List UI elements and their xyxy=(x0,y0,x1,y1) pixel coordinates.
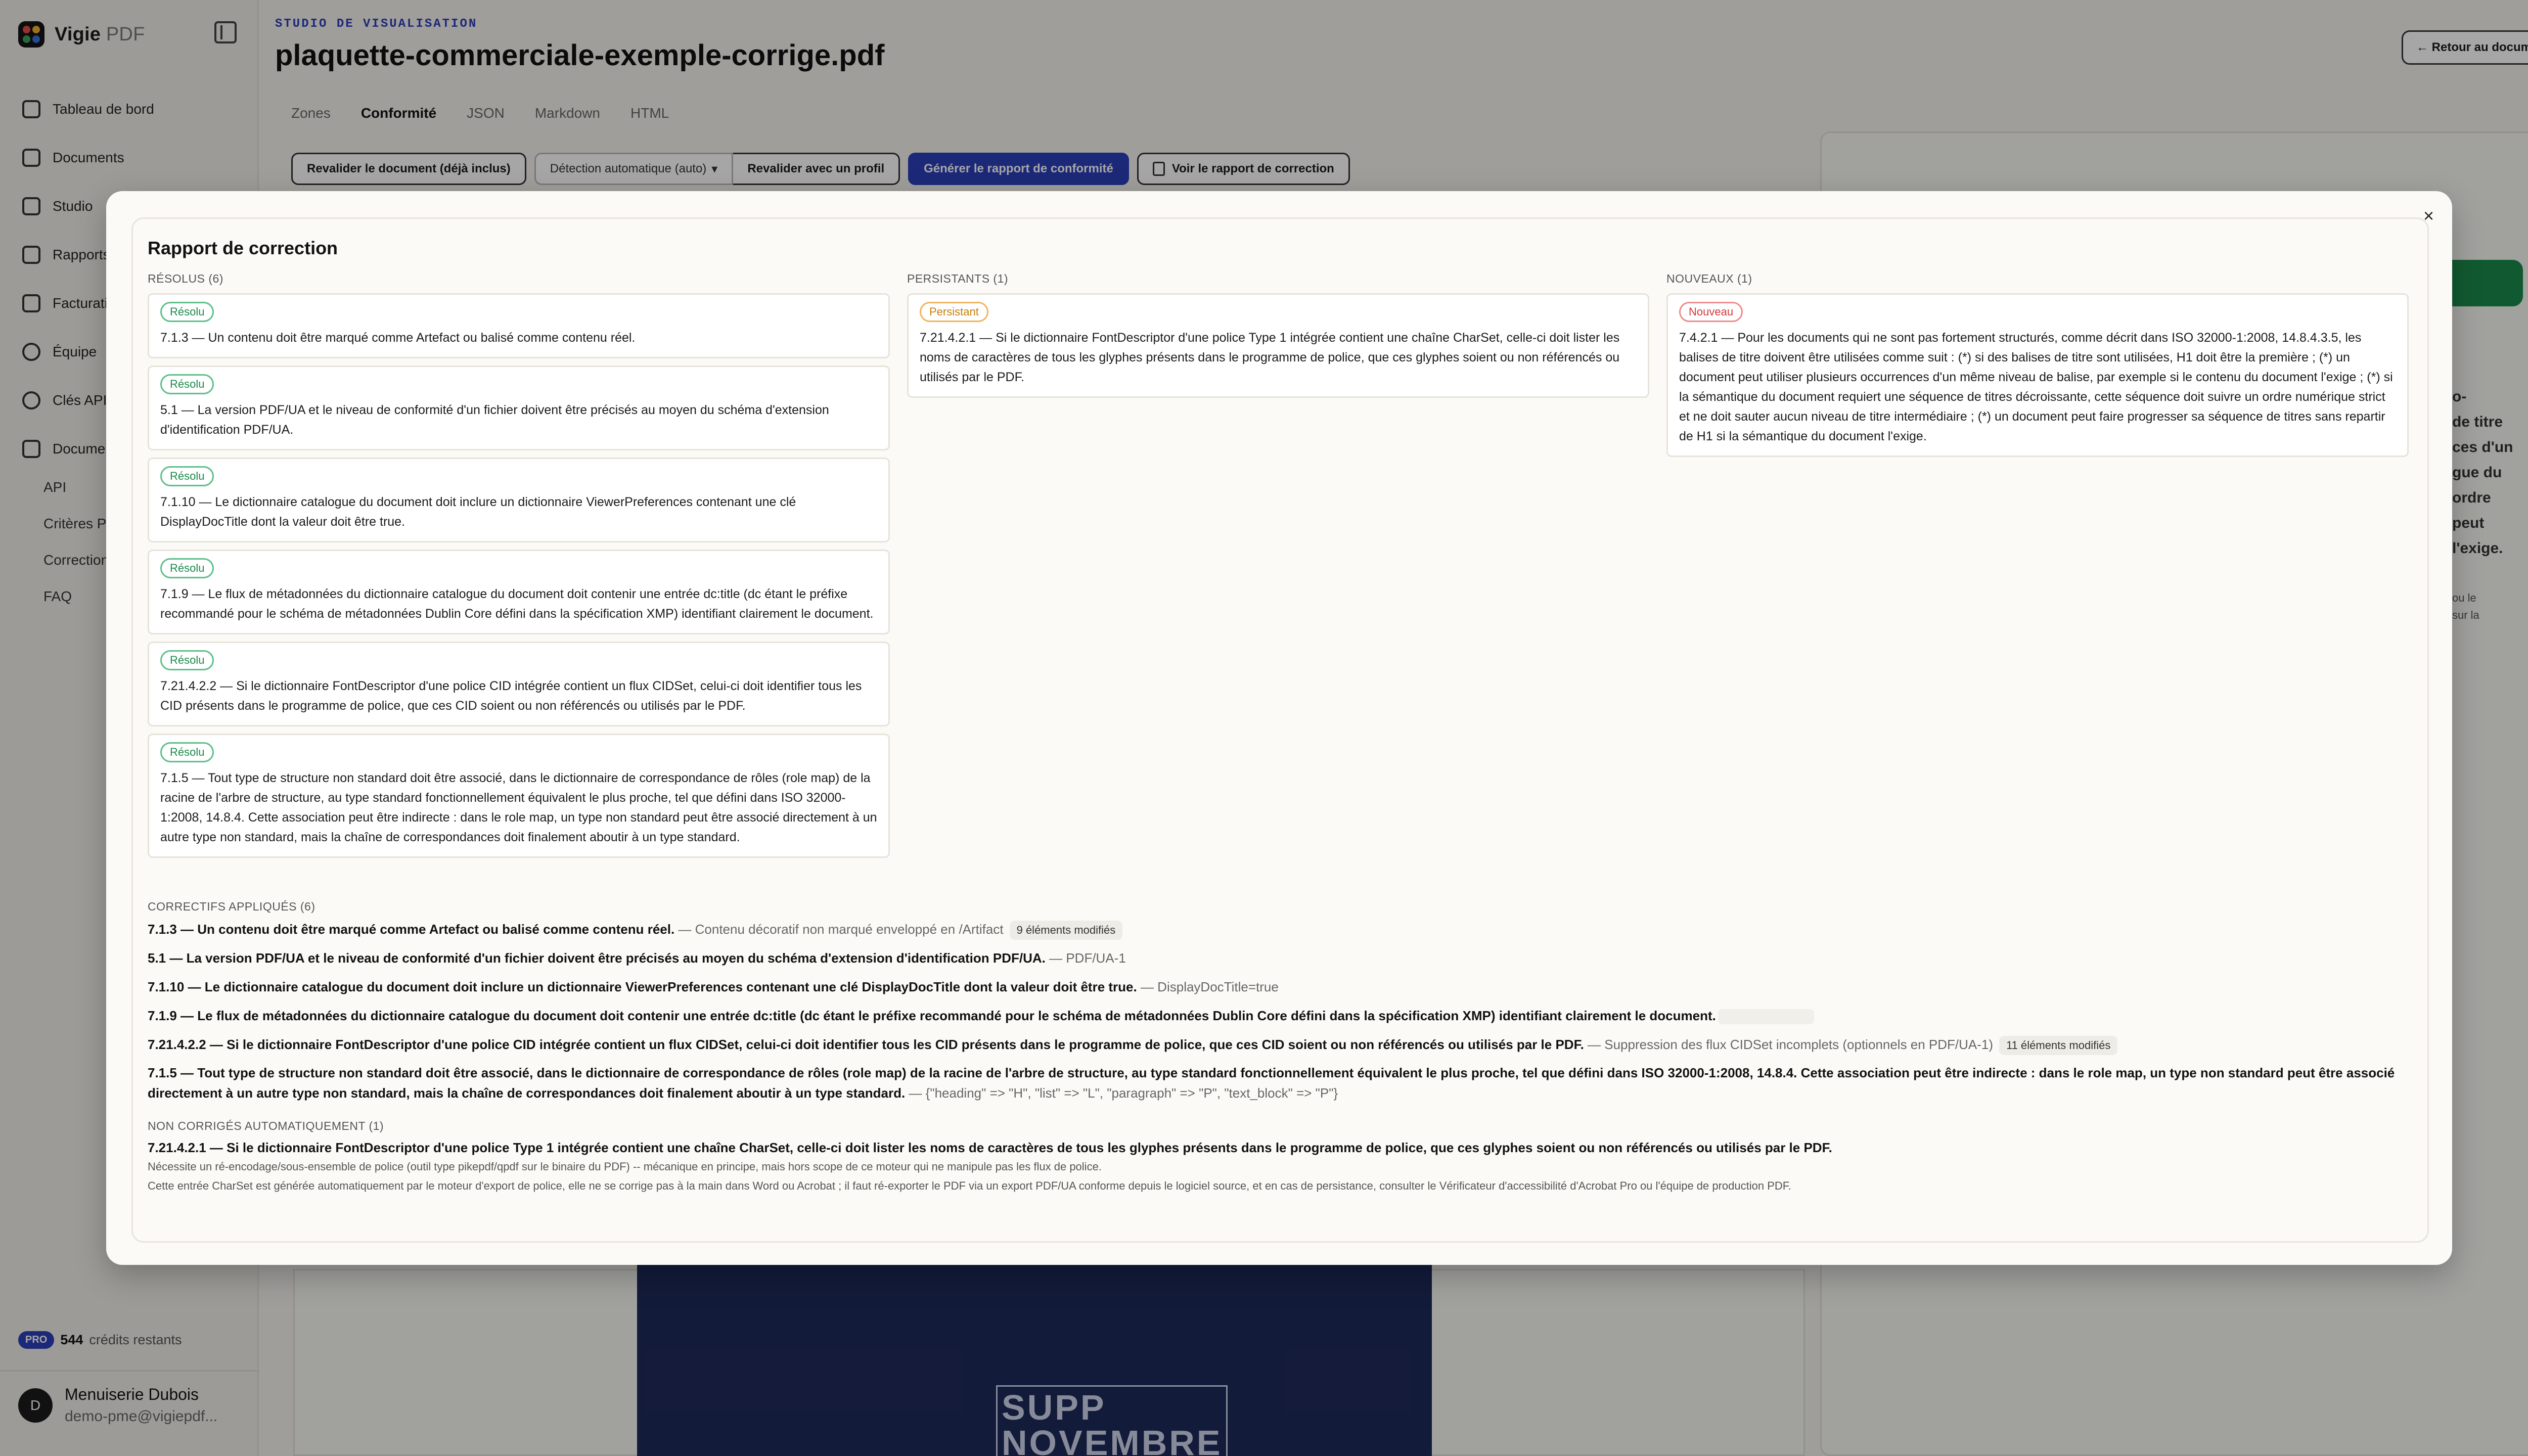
modal-title: Rapport de correction xyxy=(148,238,338,258)
fix-item: 7.1.9 — Le flux de métadonnées du dictio… xyxy=(148,1006,2418,1026)
uncorrected-rule: 7.21.4.2.1 — Si le dictionnaire FontDesc… xyxy=(148,1140,1832,1155)
uncorrected-heading: NON CORRIGÉS AUTOMATIQUEMENT (1) xyxy=(148,1119,384,1132)
new-heading: NOUVEAUX (1) xyxy=(1666,272,1752,285)
status-badge: Résolu xyxy=(160,742,214,762)
uncorrected-note: Nécessite un ré-encodage/sous-ensemble d… xyxy=(148,1160,1102,1173)
rule-text: 7.1.9 — Le flux de métadonnées du dictio… xyxy=(160,587,874,621)
resolved-heading: RÉSOLUS (6) xyxy=(148,272,223,285)
resolved-column: Résolu 7.1.3 — Un contenu doit être marqu… xyxy=(148,293,890,865)
status-badge: Résolu xyxy=(160,650,214,670)
status-badge: Résolu xyxy=(160,558,214,578)
correction-report-modal: × Rapport de correction RÉSOLUS (6) PERS… xyxy=(106,191,2452,1265)
uncorrected-item: 7.21.4.2.1 — Si le dictionnaire FontDesc… xyxy=(148,1138,2418,1158)
fixes-heading: CORRECTIFS APPLIQUÉS (6) xyxy=(148,900,315,913)
new-column: Nouveau 7.4.2.1 — Pour les documents qui … xyxy=(1666,293,2409,464)
persistent-heading: PERSISTANTS (1) xyxy=(907,272,1009,285)
fix-detail: — PDF/UA-1 xyxy=(1045,950,1126,966)
uncorrected-guidance: Cette entrée CharSet est générée automat… xyxy=(148,1179,1791,1192)
resolved-card: Résolu 7.21.4.2.2 — Si le dictionnaire Fo… xyxy=(148,642,890,726)
fix-detail: — Suppression des flux CIDSet incomplets… xyxy=(1584,1037,1994,1052)
rule-text: 7.21.4.2.2 — Si le dictionnaire FontDesc… xyxy=(160,679,862,713)
fix-detail: — DisplayDocTitle=true xyxy=(1137,979,1279,994)
fix-item: 7.1.3 — Un contenu doit être marqué comm… xyxy=(148,919,2418,940)
fix-item: 7.1.5 — Tout type de structure non stand… xyxy=(148,1063,2418,1103)
resolved-card: Résolu 7.1.9 — Le flux de métadonnées du … xyxy=(148,550,890,634)
rule-text: 7.1.5 — Tout type de structure non stand… xyxy=(160,771,877,844)
fix-item: 7.1.10 — Le dictionnaire catalogue du do… xyxy=(148,977,2418,997)
status-badge: Résolu xyxy=(160,466,214,486)
rule-text: 7.1.10 — Le dictionnaire catalogue du do… xyxy=(160,495,796,529)
fix-item: 5.1 — La version PDF/UA et le niveau de … xyxy=(148,948,2418,968)
modified-count-badge: 9 éléments modifiés xyxy=(1009,921,1123,940)
fix-rule: 7.1.3 — Un contenu doit être marqué comm… xyxy=(148,922,675,937)
rule-text: 7.4.2.1 — Pour les documents qui ne sont… xyxy=(1679,331,2393,443)
resolved-card: Résolu 7.1.5 — Tout type de structure non… xyxy=(148,734,890,858)
persistent-column: Persistant 7.21.4.2.1 — Si le dictionnair… xyxy=(907,293,1649,405)
fix-rule: 5.1 — La version PDF/UA et le niveau de … xyxy=(148,950,1046,966)
fix-detail: — {"heading" => "H", "list" => "L", "par… xyxy=(905,1085,1338,1101)
new-card: Nouveau 7.4.2.1 — Pour les documents qui … xyxy=(1666,293,2409,457)
fix-rule: 7.21.4.2.2 — Si le dictionnaire FontDesc… xyxy=(148,1037,1584,1052)
fix-detail-placeholder xyxy=(1718,1009,1814,1025)
fix-rule: 7.1.10 — Le dictionnaire catalogue du do… xyxy=(148,979,1137,994)
status-badge: Résolu xyxy=(160,302,214,322)
fix-rule: 7.1.9 — Le flux de métadonnées du dictio… xyxy=(148,1008,1716,1023)
resolved-card: Résolu 7.1.10 — Le dictionnaire catalogue… xyxy=(148,458,890,542)
fix-item: 7.21.4.2.2 — Si le dictionnaire FontDesc… xyxy=(148,1034,2418,1055)
persistent-card: Persistant 7.21.4.2.1 — Si le dictionnair… xyxy=(907,293,1649,398)
status-badge: Résolu xyxy=(160,374,214,394)
resolved-card: Résolu 5.1 — La version PDF/UA et le nive… xyxy=(148,366,890,450)
rule-text: 5.1 — La version PDF/UA et le niveau de … xyxy=(160,403,829,437)
resolved-card: Résolu 7.1.3 — Un contenu doit être marqu… xyxy=(148,293,890,358)
fix-detail: — Contenu décoratif non marqué enveloppé… xyxy=(674,922,1004,937)
modified-count-badge: 11 éléments modifiés xyxy=(1999,1036,2118,1055)
rule-text: 7.1.3 — Un contenu doit être marqué comm… xyxy=(160,331,636,345)
status-badge: Nouveau xyxy=(1679,302,1743,322)
status-badge: Persistant xyxy=(920,302,988,322)
rule-text: 7.21.4.2.1 — Si le dictionnaire FontDesc… xyxy=(920,331,1620,384)
